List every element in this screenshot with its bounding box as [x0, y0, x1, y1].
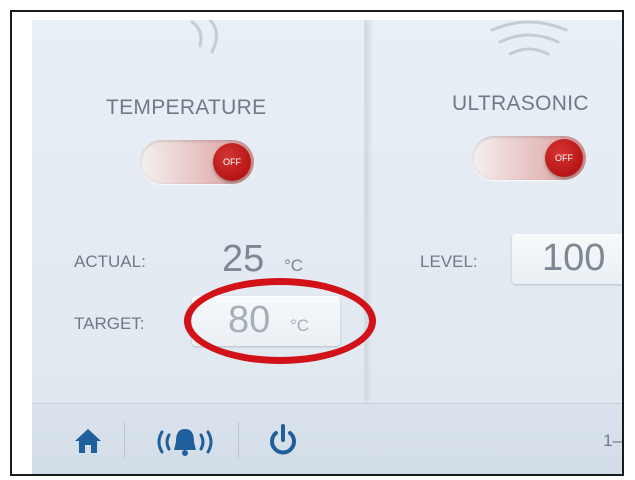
highlight-ellipse: [184, 278, 376, 364]
device-frame: TEMPERATURE OFF ACTUAL: 25 °C TARGET: 80…: [10, 10, 624, 476]
actual-label: ACTUAL:: [74, 252, 146, 271]
ultrasonic-panel: ULTRASONIC OFF LEVEL: 100 %: [372, 20, 622, 403]
temperature-wave-icon: [190, 20, 218, 54]
ultrasonic-toggle-knob: OFF: [545, 139, 583, 177]
touch-screen: TEMPERATURE OFF ACTUAL: 25 °C TARGET: 80…: [32, 20, 622, 474]
ultrasonic-title: ULTRASONIC: [452, 92, 589, 115]
home-icon[interactable]: [74, 428, 102, 454]
actual-unit: °C: [284, 256, 304, 275]
level-label: LEVEL:: [420, 252, 478, 271]
ultrasonic-wave-icon: [490, 20, 568, 56]
temperature-toggle-knob: OFF: [213, 143, 251, 181]
actual-value: 25: [222, 238, 265, 280]
page-indicator: 1–: [603, 431, 622, 450]
target-label: TARGET:: [74, 314, 145, 333]
separator: [124, 422, 125, 458]
temperature-title: TEMPERATURE: [106, 96, 267, 119]
separator: [238, 422, 239, 458]
alarm-bell-icon[interactable]: [154, 426, 216, 458]
temperature-toggle[interactable]: OFF: [140, 140, 254, 184]
ultrasonic-toggle[interactable]: OFF: [472, 136, 586, 180]
level-value: 100: [542, 237, 606, 279]
power-icon[interactable]: [268, 424, 298, 456]
level-input[interactable]: 100 %: [512, 234, 622, 284]
bottom-navigation-bar: 1–: [32, 403, 622, 474]
